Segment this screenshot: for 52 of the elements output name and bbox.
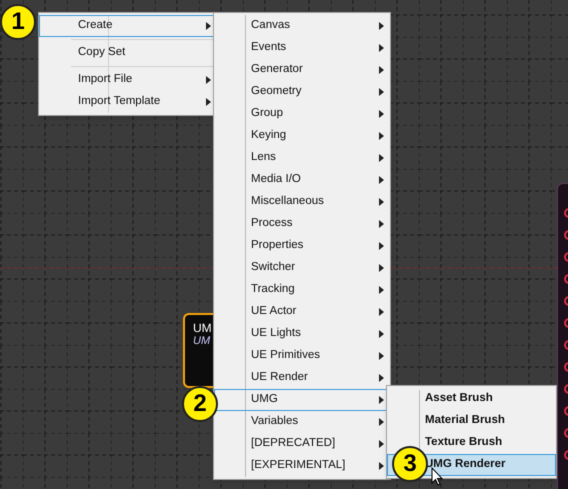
menu-item[interactable]: Copy Set — [39, 42, 217, 64]
mouse-cursor-icon — [431, 467, 443, 486]
submenu-arrow-icon — [379, 440, 384, 448]
submenu-arrow-icon — [379, 308, 384, 316]
menu-item[interactable]: Tracking — [214, 279, 390, 301]
menu-item[interactable]: UE Actor — [214, 301, 390, 323]
menu-item[interactable]: Geometry — [214, 81, 390, 103]
submenu-arrow-icon — [379, 286, 384, 294]
submenu-arrow-icon — [379, 242, 384, 250]
menu-item[interactable]: Properties — [214, 235, 390, 257]
menu-item[interactable]: Import File — [39, 69, 217, 91]
menu-item[interactable]: UE Render — [214, 367, 390, 389]
menu-item[interactable]: UE Lights — [214, 323, 390, 345]
submenu-arrow-icon — [379, 110, 384, 118]
submenu-arrow-icon — [379, 198, 384, 206]
submenu-arrow-icon — [379, 22, 384, 30]
submenu-arrow-icon — [379, 396, 384, 404]
menu-item[interactable]: Events — [214, 37, 390, 59]
submenu-arrow-icon — [379, 88, 384, 96]
menu-item[interactable]: Canvas — [214, 15, 390, 37]
submenu-arrow-icon — [379, 462, 384, 470]
submenu-arrow-icon — [206, 98, 211, 106]
node-subtitle: UM — [193, 335, 212, 348]
submenu-arrow-icon — [379, 220, 384, 228]
submenu-arrow-icon — [379, 176, 384, 184]
menu-item[interactable]: [EXPERIMENTAL] — [214, 455, 390, 477]
submenu-arrow-icon — [379, 330, 384, 338]
menu-item[interactable]: Generator — [214, 59, 390, 81]
submenu-arrow-icon — [379, 352, 384, 360]
submenu-arrow-icon — [379, 264, 384, 272]
submenu-arrow-icon — [379, 374, 384, 382]
submenu-arrow-icon — [379, 44, 384, 52]
menu-item[interactable]: Material Brush — [387, 410, 556, 432]
submenu-arrow-icon — [379, 132, 384, 140]
menu-item[interactable]: Lens — [214, 147, 390, 169]
graph-node[interactable]: UM UM — [183, 313, 213, 388]
menu-item[interactable]: Group — [214, 103, 390, 125]
menu-item[interactable]: Asset Brush — [387, 388, 556, 410]
submenu-arrow-icon — [379, 418, 384, 426]
menu-item[interactable]: Import Template — [39, 91, 217, 113]
menu-item[interactable]: Switcher — [214, 257, 390, 279]
menu-item[interactable]: Media I/O — [214, 169, 390, 191]
menu-item[interactable]: [DEPRECATED] — [214, 433, 390, 455]
submenu-arrow-icon — [379, 66, 384, 74]
menu-item[interactable]: UE Primitives — [214, 345, 390, 367]
menu-item[interactable]: Process — [214, 213, 390, 235]
node-title: UM — [193, 321, 213, 335]
submenu-arrow-icon — [206, 22, 211, 30]
submenu-arrow-icon — [206, 76, 211, 84]
menu-item[interactable]: Keying — [214, 125, 390, 147]
submenu-arrow-icon — [379, 154, 384, 162]
menu-item[interactable]: Miscellaneous — [214, 191, 390, 213]
